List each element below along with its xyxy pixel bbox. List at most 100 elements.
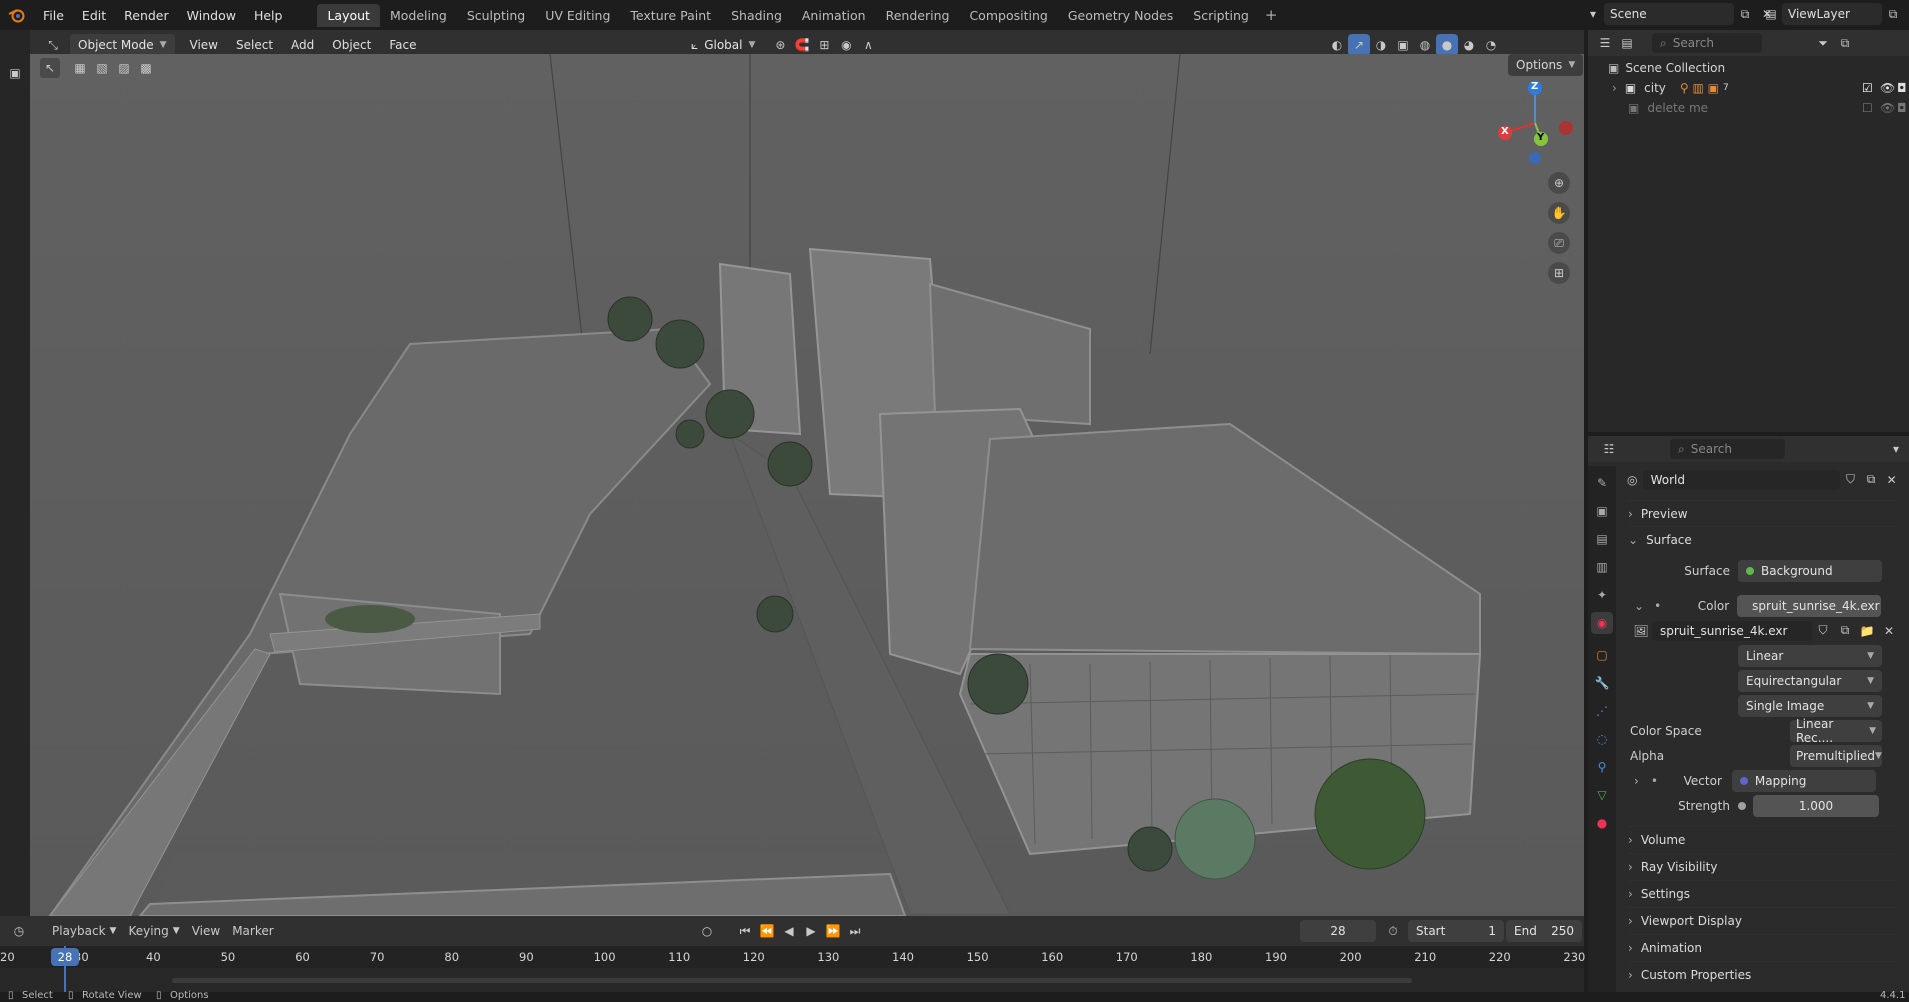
- jump-keyframe-back-icon[interactable]: ⏪: [756, 920, 778, 942]
- new-viewlayer-icon[interactable]: ⧉: [1882, 3, 1904, 25]
- properties-editor-icon[interactable]: ☷: [1598, 438, 1620, 460]
- projection-dropdown[interactable]: Equirectangular ▼: [1738, 669, 1882, 692]
- unlink-image-icon[interactable]: ✕: [1878, 620, 1900, 642]
- world-icon[interactable]: ◎: [1622, 469, 1643, 491]
- tab-sculpting[interactable]: Sculpting: [457, 4, 535, 27]
- section-ray-visibility[interactable]: › Ray Visibility: [1628, 853, 1898, 879]
- scene-collection-row[interactable]: ▣ Scene Collection: [1608, 58, 1725, 78]
- 3d-viewport[interactable]: ↖ ▦ ▧ ▨ ▩ Options ▼ Z X Y ⊕ ✋ ⎚ ⊞: [30, 54, 1584, 916]
- surface-shader-field[interactable]: Background: [1738, 559, 1882, 582]
- interpolation-dropdown[interactable]: Linear ▼: [1738, 644, 1882, 667]
- tab-texture-paint[interactable]: Texture Paint: [620, 4, 721, 27]
- menu-face[interactable]: Face: [380, 38, 425, 52]
- section-preview[interactable]: › Preview: [1628, 500, 1898, 526]
- chevron-down-icon[interactable]: ▾: [1885, 438, 1907, 460]
- perspective-grid-icon[interactable]: ⊞: [1548, 262, 1570, 284]
- jump-start-icon[interactable]: ⏮: [734, 920, 756, 942]
- tab-rendering[interactable]: Rendering: [876, 4, 960, 27]
- jump-end-icon[interactable]: ⏭: [844, 920, 866, 942]
- tab-compositing[interactable]: Compositing: [959, 4, 1057, 27]
- timeline-view-menu[interactable]: View: [186, 920, 226, 942]
- blender-logo-icon[interactable]: [0, 0, 34, 30]
- playhead-marker[interactable]: 28: [51, 948, 79, 966]
- orientation-dropdown[interactable]: ⟀ Global ▼: [683, 34, 763, 56]
- section-surface[interactable]: ⌄ Surface: [1628, 526, 1898, 552]
- section-custom-properties[interactable]: › Custom Properties: [1628, 961, 1898, 987]
- scene-name-field[interactable]: Scene: [1604, 3, 1734, 25]
- chevron-right-icon[interactable]: ›: [1612, 81, 1617, 95]
- section-viewport-display[interactable]: › Viewport Display: [1628, 907, 1898, 933]
- outliner-search-input[interactable]: ⌕ Search: [1652, 33, 1762, 53]
- snap-target-icon[interactable]: ⊞: [813, 34, 835, 56]
- select-invert-icon[interactable]: ▩: [136, 58, 156, 78]
- stopwatch-icon[interactable]: ⏱: [1382, 920, 1404, 942]
- image-name-field[interactable]: spruit_sunrise_4k.exr: [1652, 620, 1812, 641]
- scene-tab-icon[interactable]: ✦: [1591, 584, 1613, 606]
- menu-edit[interactable]: Edit: [73, 8, 115, 23]
- select-extend-icon[interactable]: ▧: [92, 58, 112, 78]
- visibility-icon[interactable]: ◐: [1326, 34, 1348, 56]
- rendered-shading-icon[interactable]: ◔: [1480, 34, 1502, 56]
- object-tab-icon[interactable]: ▢: [1591, 644, 1613, 666]
- jump-keyframe-forward-icon[interactable]: ⏩: [822, 920, 844, 942]
- color-texture-field[interactable]: spruit_sunrise_4k.exr: [1737, 594, 1882, 617]
- current-frame-field[interactable]: 28: [1300, 920, 1376, 942]
- select-new-icon[interactable]: ▦: [70, 58, 90, 78]
- keying-menu[interactable]: Keying ▼: [122, 920, 185, 942]
- overlay-icon[interactable]: ◑: [1370, 34, 1392, 56]
- chevron-right-icon[interactable]: ›: [1634, 774, 1639, 788]
- solid-shading-icon[interactable]: ●: [1436, 34, 1458, 56]
- world-name-field[interactable]: World: [1642, 469, 1841, 490]
- open-folder-icon[interactable]: 📁: [1856, 620, 1878, 642]
- navigation-gizmo[interactable]: Z X Y: [1490, 78, 1580, 168]
- new-collection-icon[interactable]: ⧉: [1834, 32, 1856, 54]
- source-dropdown[interactable]: Single Image ▼: [1738, 694, 1882, 717]
- camera-icon[interactable]: ◘: [1897, 81, 1907, 95]
- section-settings[interactable]: › Settings: [1628, 880, 1898, 906]
- add-workspace-button[interactable]: +: [1259, 6, 1284, 24]
- display-mode-icon[interactable]: ▤: [1616, 32, 1638, 54]
- select-box-icon[interactable]: ▣: [4, 62, 26, 84]
- outliner-editor-icon[interactable]: ☰: [1594, 32, 1616, 54]
- physics-tab-icon[interactable]: ◌: [1591, 728, 1613, 750]
- alpha-dropdown[interactable]: Premultiplied ▼: [1790, 744, 1882, 767]
- unlink-world-icon[interactable]: ✕: [1881, 469, 1902, 491]
- end-frame-field[interactable]: End 250: [1506, 920, 1582, 942]
- timeline-scrollbar[interactable]: [172, 978, 1412, 983]
- checkbox-icon[interactable]: ☐: [1862, 101, 1873, 115]
- duplicate-image-icon[interactable]: ⧉: [1834, 620, 1856, 642]
- viewlayer-icon[interactable]: ▤: [1760, 3, 1782, 25]
- xray-icon[interactable]: ▣: [1392, 34, 1414, 56]
- tab-scripting[interactable]: Scripting: [1183, 4, 1259, 27]
- zoom-icon[interactable]: ⊕: [1548, 172, 1570, 194]
- material-shading-icon[interactable]: ◕: [1458, 34, 1480, 56]
- view-layer-tab-icon[interactable]: ▥: [1591, 556, 1613, 578]
- play-reverse-icon[interactable]: ◀: [778, 920, 800, 942]
- filter-icon[interactable]: ⏷: [1812, 32, 1834, 54]
- wireframe-shading-icon[interactable]: ◍: [1414, 34, 1436, 56]
- outliner-item-city[interactable]: › ▣ city ⚲ ▥ ▣ 7 ☑ 👁 ◘: [1612, 78, 1907, 98]
- menu-add[interactable]: Add: [282, 38, 323, 52]
- select-subtract-icon[interactable]: ▨: [114, 58, 134, 78]
- menu-help[interactable]: Help: [245, 8, 292, 23]
- pan-hand-icon[interactable]: ✋: [1548, 202, 1570, 224]
- vector-field[interactable]: Mapping: [1731, 769, 1876, 792]
- tab-modeling[interactable]: Modeling: [380, 4, 457, 27]
- tweak-tool-icon[interactable]: ↖: [40, 58, 60, 78]
- menu-window[interactable]: Window: [178, 8, 245, 23]
- transform-tool-icon[interactable]: ⤡: [42, 34, 64, 56]
- eye-icon[interactable]: 👁: [1880, 81, 1895, 95]
- new-scene-icon[interactable]: ⧉: [1734, 3, 1756, 25]
- options-dropdown[interactable]: Options ▼: [1508, 54, 1584, 76]
- mode-dropdown[interactable]: Object Mode ▼: [70, 34, 175, 56]
- frame-ruler[interactable]: 20 30 40 50 60 70 80 90 100 110 120 130 140 150 160 1…: [0, 946, 1585, 968]
- fake-user-icon[interactable]: ⛉: [1840, 469, 1861, 491]
- world-tab-icon[interactable]: ◉: [1591, 612, 1613, 634]
- play-icon[interactable]: ▶: [800, 920, 822, 942]
- camera-icon[interactable]: ◘: [1897, 101, 1907, 115]
- render-tab-icon[interactable]: ▣: [1591, 500, 1613, 522]
- eye-icon[interactable]: 👁: [1880, 101, 1895, 115]
- start-frame-field[interactable]: Start 1: [1408, 920, 1504, 942]
- output-tab-icon[interactable]: ▤: [1591, 528, 1613, 550]
- proportional-edit-icon[interactable]: ◉: [835, 34, 857, 56]
